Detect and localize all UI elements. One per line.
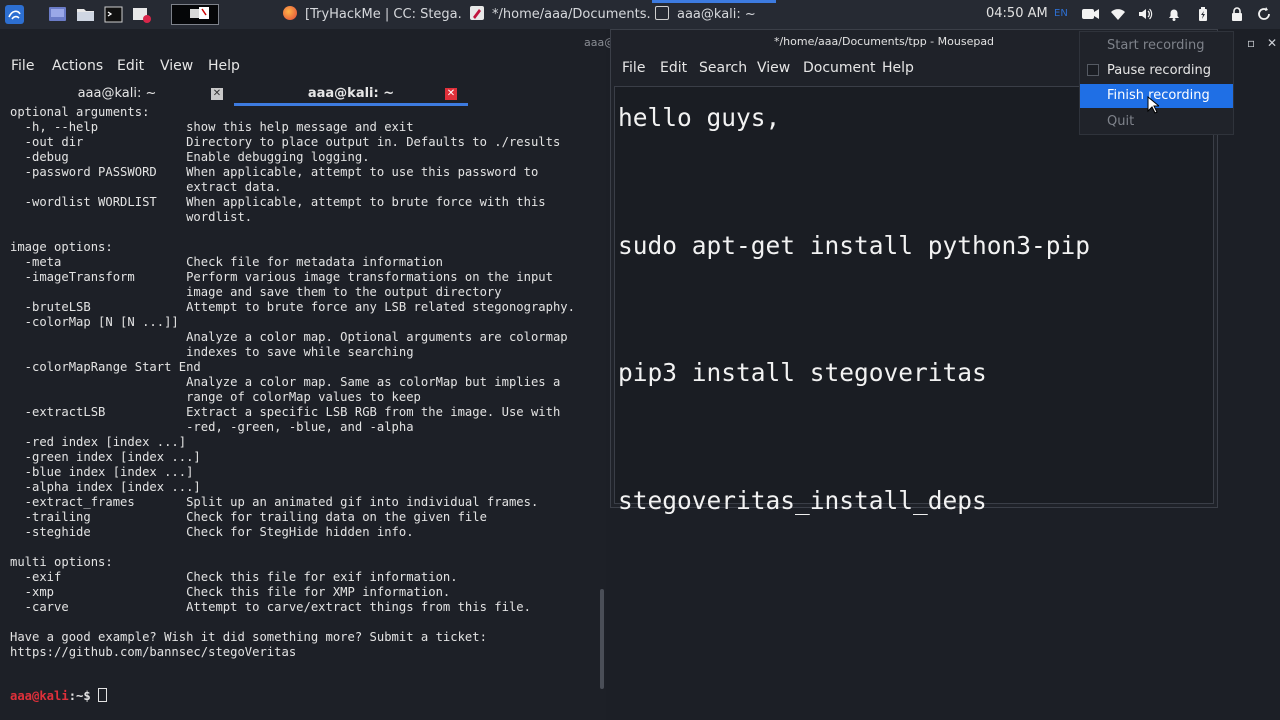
start-recording-label: Start recording <box>1107 38 1205 53</box>
recording-menu: Start recording Pause recording Finish r… <box>1079 31 1234 135</box>
quit-label: Quit <box>1107 114 1135 129</box>
firefox-icon <box>283 6 297 20</box>
recording-camera-icon[interactable] <box>1081 6 1101 22</box>
terminal-tab-2-label: aaa@kali: ~ <box>307 86 395 101</box>
kali-menu-icon[interactable] <box>4 4 25 25</box>
close-tab-1-icon[interactable]: ✕ <box>211 88 223 100</box>
task-firefox[interactable]: [TryHackMe | CC: Stega... <box>283 4 463 25</box>
workspace-1-icon[interactable] <box>171 4 219 25</box>
active-task-indicator <box>652 0 776 3</box>
clock[interactable]: 04:50 AM <box>986 6 1048 21</box>
mousepad-icon <box>470 6 484 20</box>
prompt-path: :~$ <box>68 689 99 703</box>
pause-recording-item[interactable]: Pause recording <box>1080 59 1233 83</box>
power-refresh-icon[interactable] <box>1256 6 1272 22</box>
terminal-output: optional arguments: -h, --help show this… <box>10 105 575 659</box>
terminal-titlebar[interactable]: aaa@ <box>0 29 615 55</box>
mousepad-menu-document[interactable]: Document <box>803 60 876 76</box>
start-recording-item[interactable]: Start recording <box>1080 34 1233 58</box>
terminal-tabbar: aaa@kali: ~ ✕ aaa@kali: ~ ✕ <box>0 84 606 106</box>
notifications-bell-icon[interactable] <box>1166 6 1182 22</box>
task-firefox-label: [TryHackMe | CC: Stega... <box>305 7 463 22</box>
battery-icon[interactable] <box>1195 6 1211 22</box>
terminal-menu-view[interactable]: View <box>160 58 193 74</box>
pause-recording-checkbox[interactable] <box>1087 64 1099 76</box>
mouse-pointer-icon <box>1147 95 1161 118</box>
mousepad-menu-file[interactable]: File <box>622 60 645 76</box>
mousepad-menu-search[interactable]: Search <box>699 60 747 76</box>
mousepad-content: hello guys, sudo apt-get install python3… <box>618 103 1091 515</box>
window-close-icon[interactable]: ✕ <box>1267 36 1277 50</box>
terminal-tab-1-label: aaa@kali: ~ <box>77 86 157 101</box>
terminal-launcher-icon[interactable] <box>103 4 124 25</box>
show-desktop-icon[interactable] <box>47 4 68 25</box>
terminal-prompt[interactable]: aaa@kali:~$ <box>10 688 108 704</box>
pause-recording-label: Pause recording <box>1107 63 1211 78</box>
terminal-cursor <box>98 688 108 702</box>
terminal-menu-actions[interactable]: Actions <box>52 58 103 74</box>
keyboard-layout[interactable]: EN <box>1054 8 1068 19</box>
mousepad-text-area[interactable]: hello guys, sudo apt-get install python3… <box>614 86 1214 515</box>
mousepad-menu-help[interactable]: Help <box>882 60 914 76</box>
task-mousepad[interactable]: */home/aaa/Documents... <box>470 4 650 25</box>
wifi-icon[interactable] <box>1110 6 1126 22</box>
mousepad-title: */home/aaa/Documents/tpp - Mousepad <box>773 35 995 48</box>
terminal-task-icon <box>655 6 669 20</box>
terminal-menu-file[interactable]: File <box>11 58 34 74</box>
terminal-tab-1[interactable]: aaa@kali: ~ ✕ <box>0 84 234 106</box>
mousepad-menu-edit[interactable]: Edit <box>660 60 687 76</box>
volume-icon[interactable] <box>1137 6 1153 22</box>
terminal-menu-help[interactable]: Help <box>208 58 240 74</box>
terminal-tab-2[interactable]: aaa@kali: ~ ✕ <box>234 84 468 106</box>
mousepad-menu-view[interactable]: View <box>757 60 790 76</box>
task-terminal-label: aaa@kali: ~ <box>677 7 756 22</box>
screen-recorder-icon[interactable] <box>131 4 152 25</box>
lock-screen-icon[interactable] <box>1229 6 1245 22</box>
terminal-menu-edit[interactable]: Edit <box>117 58 144 74</box>
file-manager-icon[interactable] <box>75 4 96 25</box>
task-mousepad-label: */home/aaa/Documents... <box>492 7 650 22</box>
prompt-userhost: aaa@kali <box>10 689 69 703</box>
maximize-icon[interactable]: ▫ <box>1247 36 1255 50</box>
taskbar: [TryHackMe | CC: Stega... */home/aaa/Doc… <box>0 0 1280 29</box>
close-tab-2-icon[interactable]: ✕ <box>445 88 457 100</box>
task-terminal[interactable]: aaa@kali: ~ <box>655 4 777 25</box>
